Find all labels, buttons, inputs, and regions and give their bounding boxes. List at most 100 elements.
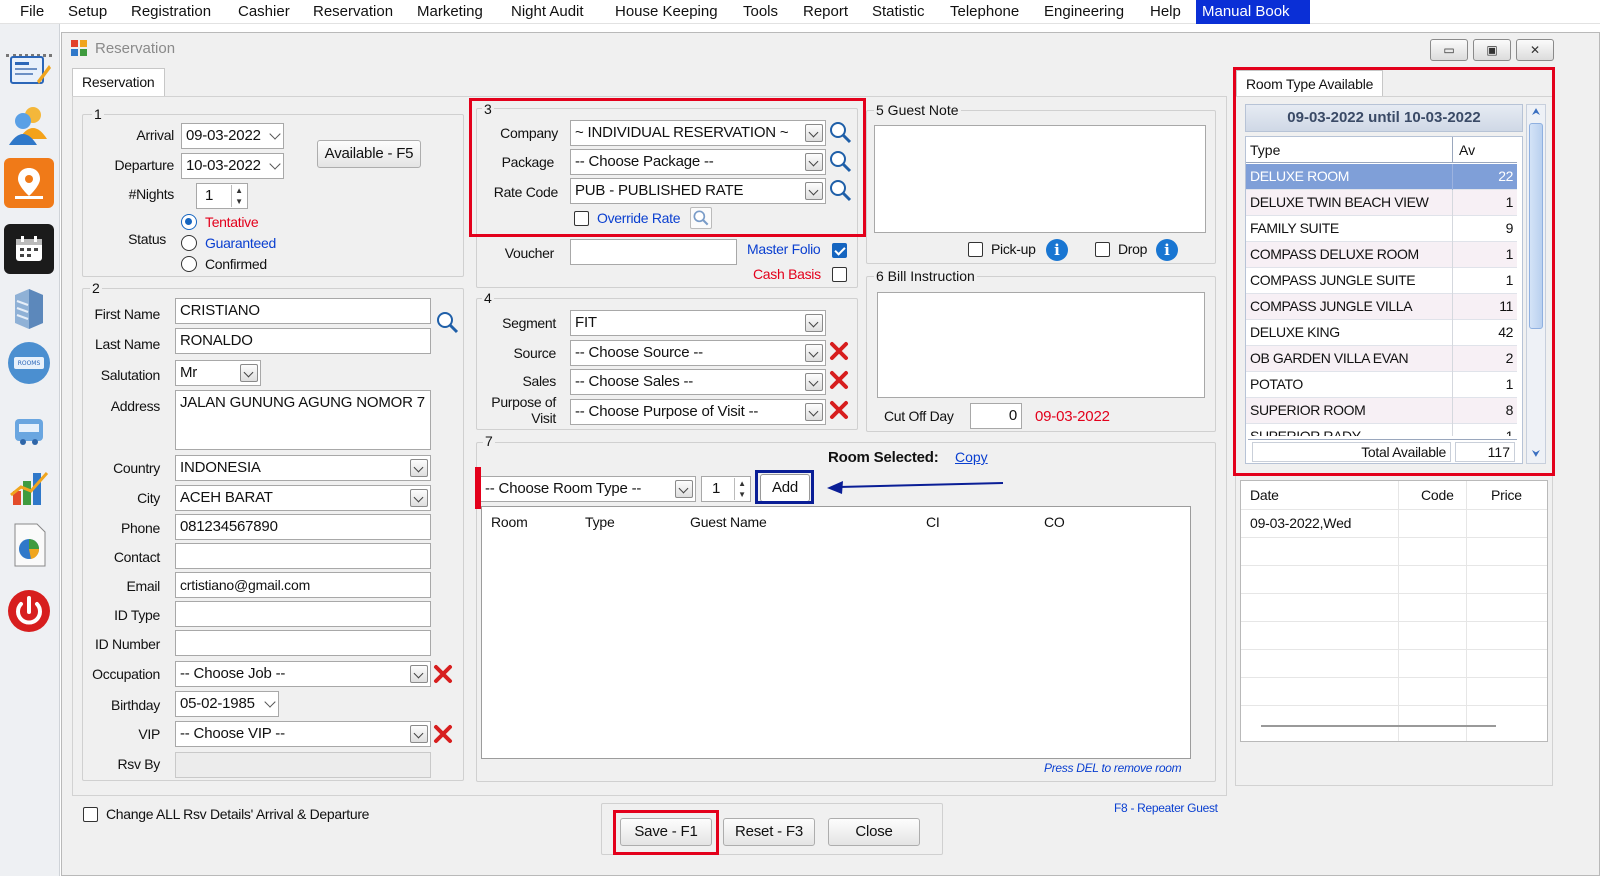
rate-code-select[interactable]: PUB - PUBLISHED RATE <box>570 178 826 204</box>
room-type-row[interactable]: COMPASS DELUXE ROOM 1 <box>1246 242 1517 268</box>
email-field[interactable]: crtistiano@gmail.com <box>175 572 431 598</box>
dropdown-arrow-icon[interactable] <box>410 459 428 477</box>
tab-room-type-available[interactable]: Room Type Available <box>1236 70 1384 97</box>
status-guaranteed-radio[interactable] <box>181 235 197 251</box>
dropdown-arrow-icon[interactable] <box>805 182 823 200</box>
room-type-row[interactable]: DELUXE TWIN BEACH VIEW 1 <box>1246 190 1517 216</box>
window-close-button[interactable]: ✕ <box>1516 39 1554 61</box>
arrival-date-picker[interactable]: 09-03-2022 <box>181 123 284 149</box>
menu-marketing[interactable]: Marketing <box>411 0 489 24</box>
master-folio-checkbox[interactable] <box>832 243 847 258</box>
menu-house-keeping[interactable]: House Keeping <box>609 0 724 24</box>
source-select[interactable]: -- Choose Source -- <box>570 340 826 366</box>
guests-icon[interactable] <box>4 100 54 150</box>
room-type-select[interactable]: -- Choose Room Type -- <box>480 476 696 502</box>
first-name-field[interactable]: CRISTIANO <box>175 298 431 324</box>
room-type-row[interactable]: FAMILY SUITE 9 <box>1246 216 1517 242</box>
menu-cashier[interactable]: Cashier <box>232 0 296 24</box>
dropdown-arrow-icon[interactable] <box>240 364 258 382</box>
city-select[interactable]: ACEH BARAT <box>175 485 431 511</box>
save-button[interactable]: Save - F1 <box>620 818 712 846</box>
salutation-select[interactable]: Mr <box>175 360 261 386</box>
scroll-thumb[interactable] <box>1529 123 1543 329</box>
contact-field[interactable] <box>175 543 431 569</box>
drop-info-icon[interactable]: i <box>1156 239 1178 261</box>
rate-detail-grid[interactable]: Date Code Price 09-03-2022,Wed <box>1240 480 1548 742</box>
scroll-down-icon[interactable]: ⮟ <box>1528 447 1544 463</box>
rooms-available-icon[interactable]: ROOMS <box>4 338 54 388</box>
country-select[interactable]: INDONESIA <box>175 455 431 481</box>
override-rate-search-button[interactable] <box>690 207 712 229</box>
dropdown-arrow-icon[interactable] <box>805 124 823 142</box>
minimize-button[interactable]: ▭ <box>1430 39 1468 61</box>
calendar-icon[interactable] <box>4 224 54 274</box>
available-button[interactable]: Available - F5 <box>317 140 421 168</box>
sales-select[interactable]: -- Choose Sales -- <box>570 369 826 395</box>
rate-code-search-icon[interactable] <box>828 178 852 202</box>
report-pie-icon[interactable] <box>4 520 54 570</box>
power-icon[interactable] <box>4 586 54 636</box>
id-number-field[interactable] <box>175 630 431 656</box>
guest-note-field[interactable] <box>874 125 1206 233</box>
address-field[interactable]: JALAN GUNUNG AGUNG NOMOR 7 <box>175 390 431 450</box>
close-button[interactable]: Close <box>828 818 920 846</box>
dropdown-arrow-icon[interactable] <box>805 344 823 362</box>
copy-link[interactable]: Copy <box>955 449 988 465</box>
id-type-field[interactable] <box>175 601 431 627</box>
clear-source-icon[interactable] <box>828 340 850 362</box>
stepper-arrows-icon[interactable]: ▲ ▼ <box>231 185 246 207</box>
menu-reservation[interactable]: Reservation <box>307 0 399 24</box>
reset-button[interactable]: Reset - F3 <box>723 818 815 846</box>
maximize-button[interactable]: ▣ <box>1473 39 1511 61</box>
clear-sales-icon[interactable] <box>828 369 850 391</box>
add-room-button[interactable]: Add <box>760 474 810 502</box>
dropdown-arrow-icon[interactable] <box>805 314 823 332</box>
menu-help[interactable]: Help <box>1144 0 1187 24</box>
drop-checkbox[interactable] <box>1095 242 1110 257</box>
company-search-icon[interactable] <box>828 120 852 144</box>
room-type-row[interactable]: SUPERIOR ROOM 8 <box>1246 398 1517 424</box>
dropdown-arrow-icon[interactable] <box>805 373 823 391</box>
cart-icon[interactable] <box>4 404 54 454</box>
menu-registration[interactable]: Registration <box>125 0 217 24</box>
selected-rooms-grid[interactable] <box>481 506 1191 759</box>
menu-setup[interactable]: Setup <box>62 0 113 24</box>
birthday-date-picker[interactable]: 05-02-1985 <box>175 691 279 717</box>
cutoff-day-field[interactable]: 0 <box>970 403 1022 429</box>
bar-chart-icon[interactable] <box>4 462 54 512</box>
room-type-row[interactable]: DELUXE ROOM 22 <box>1246 164 1517 190</box>
company-select[interactable]: ~ INDIVIDUAL RESERVATION ~ <box>570 120 826 146</box>
clear-purpose-icon[interactable] <box>828 399 850 421</box>
pickup-checkbox[interactable] <box>968 242 983 257</box>
voucher-field[interactable] <box>570 239 737 265</box>
nights-stepper[interactable]: 1 ▲ ▼ <box>196 183 248 209</box>
room-type-row[interactable]: COMPASS JUNGLE VILLA 11 <box>1246 294 1517 320</box>
dropdown-arrow-icon[interactable] <box>805 153 823 171</box>
room-type-row[interactable]: DELUXE KING 42 <box>1246 320 1517 346</box>
room-type-grid[interactable]: Type Av DELUXE ROOM 22 DELUXE TWIN BEACH V… <box>1245 136 1523 464</box>
phone-field[interactable]: 081234567890 <box>175 514 431 540</box>
occupation-select[interactable]: -- Choose Job -- <box>175 661 431 687</box>
h-scrollbar[interactable] <box>1261 725 1496 727</box>
tab-reservation[interactable]: Reservation <box>72 68 165 96</box>
menu-tools[interactable]: Tools <box>737 0 784 24</box>
menu-night-audit[interactable]: Night Audit <box>505 0 590 24</box>
menu-report[interactable]: Report <box>797 0 854 24</box>
dropdown-arrow-icon[interactable] <box>410 489 428 507</box>
room-type-scrollbar[interactable]: ⮝ ⮟ <box>1526 104 1546 464</box>
vip-select[interactable]: -- Choose VIP -- <box>175 721 431 747</box>
dropdown-arrow-icon[interactable] <box>410 725 428 743</box>
menu-telephone[interactable]: Telephone <box>944 0 1025 24</box>
dropdown-arrow-icon[interactable] <box>805 403 823 421</box>
package-search-icon[interactable] <box>828 149 852 173</box>
pickup-info-icon[interactable]: i <box>1046 239 1068 261</box>
menu-file[interactable]: File <box>14 0 50 24</box>
menu-engineering[interactable]: Engineering <box>1038 0 1130 24</box>
room-type-row[interactable]: COMPASS JUNGLE SUITE 1 <box>1246 268 1517 294</box>
guest-search-icon[interactable] <box>435 310 459 334</box>
override-rate-checkbox[interactable] <box>574 211 589 226</box>
room-type-row[interactable]: OB GARDEN VILLA EVAN 2 <box>1246 346 1517 372</box>
reservation-form-icon[interactable] <box>4 46 54 96</box>
menu-manual-book[interactable]: Manual Book <box>1196 0 1310 24</box>
scroll-up-icon[interactable]: ⮝ <box>1528 105 1544 121</box>
